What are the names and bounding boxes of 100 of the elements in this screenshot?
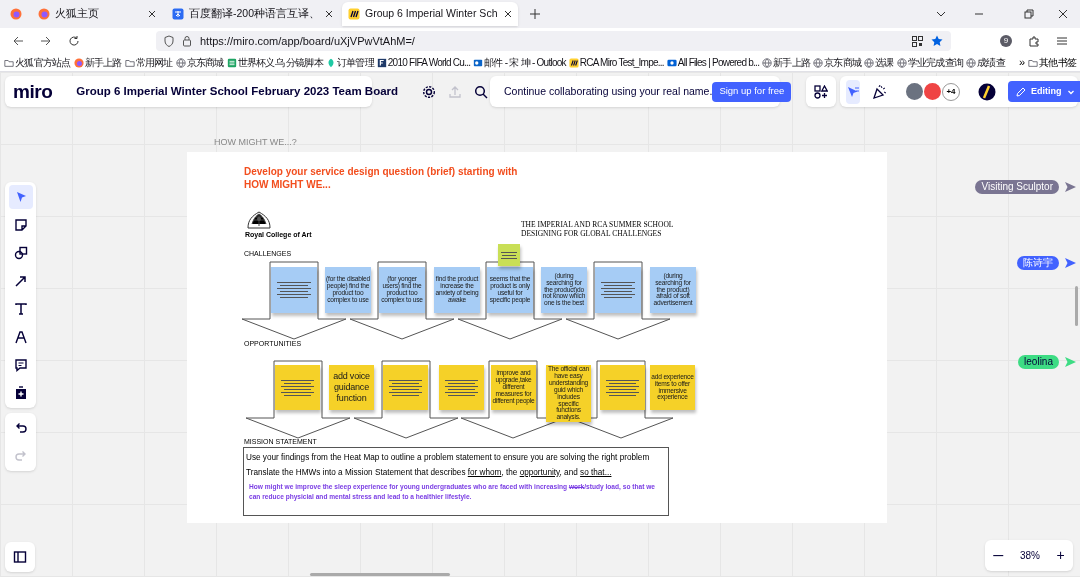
close-icon[interactable] xyxy=(1058,9,1068,19)
editing-button[interactable]: Editing xyxy=(1008,81,1080,102)
address-bar[interactable]: https://miro.com/app/board/uXjVPwVtAhM=/ xyxy=(156,31,951,51)
instruction-text: Use your findings from the Heat Map to outline a problem statement to ensure you are solving the right problem xyxy=(246,452,651,463)
firefox-icon[interactable] xyxy=(10,8,22,20)
miro-logo-icon xyxy=(348,8,360,20)
cursor-icon xyxy=(846,84,860,99)
new-tab-icon[interactable] xyxy=(530,9,540,19)
collaborator-label: Visiting Sculptor xyxy=(975,180,1059,194)
restore-icon[interactable] xyxy=(1024,9,1034,19)
letter-f-icon xyxy=(376,57,387,68)
account-badge[interactable]: 9 xyxy=(1000,35,1012,47)
bookmark-link[interactable]: 世界杯义乌 分镜脚本 xyxy=(237,55,323,70)
instruction-text: Translate the HMWs into a Mission Statement that describes for whom, the opportunity, and so that... xyxy=(246,467,613,478)
firefox-icon xyxy=(38,8,50,20)
sticky-note xyxy=(600,365,645,410)
mail-icon xyxy=(473,57,484,68)
bookmark-link[interactable]: 常用网址 xyxy=(135,55,173,70)
bookmark-link[interactable]: 成绩查 xyxy=(977,55,1005,70)
bookmark-link[interactable]: All Files | Powered b... xyxy=(677,55,760,70)
user-avatar[interactable] xyxy=(906,83,923,100)
more-users-badge[interactable]: +4 xyxy=(942,82,960,101)
globe-icon xyxy=(813,57,824,68)
crest-icon xyxy=(245,210,273,230)
more-bookmarks-button[interactable]: » xyxy=(1018,54,1025,71)
select-tool-icon[interactable] xyxy=(8,185,33,209)
banner-text: Continue collaborating using your real name. xyxy=(504,83,713,99)
translate-icon xyxy=(172,8,184,20)
globe-icon xyxy=(966,57,977,68)
board-title[interactable]: Group 6 Imperial Winter School February 2023 Team Board xyxy=(76,82,399,101)
box-logo-icon xyxy=(666,57,677,68)
collaborator-label: 陈诗宇 xyxy=(1017,256,1059,270)
signup-button[interactable]: Sign up for free xyxy=(712,81,792,102)
sidebar-panel-icon xyxy=(13,550,27,564)
zoom-out-button[interactable]: — xyxy=(993,548,1004,563)
bookmark-link[interactable]: 火狐官方站点 xyxy=(15,55,71,70)
sticky-note xyxy=(498,244,520,266)
cursor-icon xyxy=(1065,182,1076,192)
globe-icon xyxy=(175,57,186,68)
firefox-icon xyxy=(73,57,84,68)
bookmark-link[interactable]: 京东商城 xyxy=(186,55,224,70)
folder-icon xyxy=(124,57,135,68)
bookmark-link[interactable]: 2010 FIFA World Cu... xyxy=(387,55,471,70)
panel-toggle-button[interactable] xyxy=(5,542,35,572)
user-avatar[interactable] xyxy=(924,83,941,100)
tab-list-icon[interactable] xyxy=(936,9,946,19)
bookmark-link[interactable]: 邮件 - 宋 坤 - Outlook xyxy=(484,55,566,70)
close-icon[interactable] xyxy=(148,10,156,18)
close-icon[interactable] xyxy=(504,10,512,18)
shapes-icon[interactable] xyxy=(814,84,828,99)
pencil-icon xyxy=(1016,86,1026,97)
cursor-icon xyxy=(1065,357,1076,367)
search-icon[interactable] xyxy=(474,84,489,99)
cursor-mode-button[interactable] xyxy=(846,79,860,104)
miro-logo-icon xyxy=(568,57,579,68)
bookmark-link[interactable]: RCA Miro Test_Impe... xyxy=(579,55,664,70)
bookmark-link[interactable]: 其他书签 xyxy=(1039,55,1076,70)
bookmark-link[interactable]: 新手上路 xyxy=(773,55,811,70)
collaborator-label: leolina xyxy=(1018,355,1059,369)
extensions-icon[interactable] xyxy=(1028,35,1040,47)
heading-text: HOW MIGHT WE... xyxy=(244,178,332,191)
sticky-note xyxy=(271,267,317,313)
bookmark-link[interactable]: 选课 xyxy=(875,55,894,70)
user-avatar-icon[interactable] xyxy=(978,82,996,101)
bookmark-link[interactable]: 新手上路 xyxy=(84,55,122,70)
zoom-in-button[interactable]: + xyxy=(1056,545,1065,566)
heading-text: Develop your service design question (brief) starting with xyxy=(244,165,518,178)
shield-icon xyxy=(164,35,174,47)
sticky-note xyxy=(595,267,641,313)
bookmark-link[interactable]: 学业完成查询 xyxy=(907,55,964,70)
menu-icon[interactable] xyxy=(1056,35,1068,47)
vertical-scrollbar[interactable] xyxy=(1075,286,1078,326)
back-icon[interactable] xyxy=(12,35,24,47)
globe-icon xyxy=(762,57,773,68)
sticky-note: add voice guidance function xyxy=(329,365,374,410)
spreadsheet-icon xyxy=(226,57,237,68)
settings-icon[interactable] xyxy=(422,84,437,99)
bookmark-link[interactable]: 订单管理 xyxy=(336,55,374,70)
sticky-note xyxy=(275,365,320,410)
zoom-level[interactable]: 38% xyxy=(1019,548,1040,563)
cursor-icon xyxy=(1065,258,1076,268)
sticky-note xyxy=(439,365,484,410)
folder-icon xyxy=(1028,57,1038,68)
globe-icon xyxy=(864,57,875,68)
forward-icon[interactable] xyxy=(40,35,52,47)
browser-tab[interactable]: 百度翻译-200种语言互译、 xyxy=(166,2,338,26)
qr-code-icon[interactable] xyxy=(912,35,923,47)
browser-tab[interactable]: Group 6 Imperial Winter Sch xyxy=(342,2,518,26)
confetti-icon[interactable] xyxy=(872,83,888,100)
bookmark-star-icon[interactable] xyxy=(931,35,943,47)
close-icon[interactable] xyxy=(325,10,333,18)
folder-icon xyxy=(4,57,14,68)
miro-logo[interactable]: miro xyxy=(13,82,53,101)
reload-icon[interactable] xyxy=(68,35,80,47)
horizontal-scrollbar[interactable] xyxy=(310,573,450,576)
sticky-note xyxy=(383,365,428,410)
lock-icon xyxy=(182,35,192,47)
bookmark-link[interactable]: 京东商城 xyxy=(824,55,862,70)
browser-tab[interactable]: 火狐主页 xyxy=(32,2,162,26)
globe-icon xyxy=(896,57,907,68)
